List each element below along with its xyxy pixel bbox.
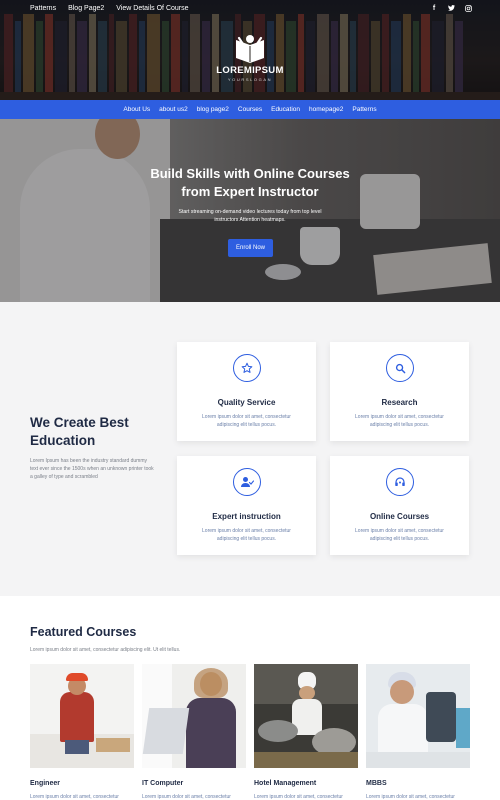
- course-description: Lorem ipsum dolor sit amet, consectetur: [254, 794, 343, 800]
- logo-slogan: YOURSLOGAN: [227, 77, 273, 82]
- feature-card-research[interactable]: Research Lorem ipsum dolor sit amet, con…: [330, 342, 469, 441]
- star-icon: [233, 354, 261, 382]
- nav-item-education[interactable]: Education: [271, 106, 300, 113]
- social-links: f: [430, 3, 472, 13]
- card-text: Lorem ipsum dolor sit amet, consectetur …: [202, 528, 291, 542]
- course-description: Lorem ipsum dolor sit amet, consectetur: [30, 794, 119, 800]
- top-links: Patterns Blog Page2 View Details Of Cour…: [30, 4, 189, 14]
- feature-card-online-courses[interactable]: Online Courses Lorem ipsum dolor sit ame…: [330, 456, 469, 555]
- card-title: Research: [381, 398, 418, 407]
- hero-title: Build Skills with Online Courses from Ex…: [150, 166, 350, 199]
- nav-item-blog-page2[interactable]: blog page2: [197, 106, 229, 113]
- course-card-engineer[interactable]: Engineer Lorem ipsum dolor sit amet, con…: [30, 664, 134, 800]
- course-name[interactable]: IT Computer: [142, 780, 183, 787]
- top-link-blog-page2[interactable]: Blog Page2: [68, 4, 104, 14]
- course-card-hotel-management[interactable]: Hotel Management Lorem ipsum dolor sit a…: [254, 664, 358, 800]
- enroll-now-button[interactable]: Enroll Now: [228, 239, 273, 257]
- card-title: Online Courses: [369, 512, 430, 521]
- course-name[interactable]: MBBS: [366, 780, 387, 787]
- hero-subtitle: Start streaming on-demand video lectures…: [178, 209, 322, 223]
- top-link-view-details[interactable]: View Details Of Course: [116, 4, 188, 14]
- top-link-patterns[interactable]: Patterns: [30, 4, 56, 14]
- featured-courses-title: Featured Courses: [30, 625, 137, 639]
- search-icon: [386, 354, 414, 382]
- logo-reader-icon: [236, 35, 264, 63]
- nav-item-homepage2[interactable]: homepage2: [309, 106, 343, 113]
- card-title: Quality Service: [217, 398, 276, 407]
- course-image[interactable]: [142, 664, 246, 768]
- course-image[interactable]: [254, 664, 358, 768]
- hero-banner: Build Skills with Online Courses from Ex…: [0, 119, 500, 302]
- nav-item-about-us2[interactable]: about us2: [159, 106, 188, 113]
- card-text: Lorem ipsum dolor sit amet, consectetur …: [355, 414, 444, 428]
- card-text: Lorem ipsum dolor sit amet, consectetur …: [355, 528, 444, 542]
- course-card-mbbs[interactable]: MBBS Lorem ipsum dolor sit amet, consect…: [366, 664, 470, 800]
- headset-icon: [386, 468, 414, 496]
- featured-courses-subtitle: Lorem ipsum dolor sit amet, consectetur …: [30, 647, 181, 653]
- course-card-it-computer[interactable]: IT Computer Lorem ipsum dolor sit amet, …: [142, 664, 246, 800]
- course-name[interactable]: Engineer: [30, 780, 60, 787]
- nav-item-patterns[interactable]: Patterns: [352, 106, 376, 113]
- user-check-icon: [233, 468, 261, 496]
- main-nav: About Us about us2 blog page2 Courses Ed…: [0, 100, 500, 119]
- features-section: We Create Best Education Lorem Ipsum has…: [0, 302, 500, 596]
- twitter-icon[interactable]: [447, 3, 455, 13]
- course-description: Lorem ipsum dolor sit amet, consectetur: [142, 794, 231, 800]
- facebook-icon[interactable]: f: [430, 3, 438, 13]
- course-name[interactable]: Hotel Management: [254, 780, 316, 787]
- logo-name: LOREMIPSUM: [216, 65, 284, 76]
- nav-item-courses[interactable]: Courses: [238, 106, 262, 113]
- feature-card-expert-instruction[interactable]: Expert instruction Lorem ipsum dolor sit…: [177, 456, 316, 555]
- features-heading: We Create Best Education: [30, 415, 129, 448]
- nav-item-about-us[interactable]: About Us: [123, 106, 150, 113]
- instagram-icon[interactable]: [464, 3, 472, 13]
- site-header: Patterns Blog Page2 View Details Of Cour…: [0, 0, 500, 100]
- course-image[interactable]: [366, 664, 470, 768]
- feature-card-quality-service[interactable]: Quality Service Lorem ipsum dolor sit am…: [177, 342, 316, 441]
- card-title: Expert instruction: [212, 512, 281, 521]
- course-image[interactable]: [30, 664, 134, 768]
- course-description: Lorem ipsum dolor sit amet, consectetur: [366, 794, 455, 800]
- features-description: Lorem Ipsum has been the industry standa…: [30, 458, 154, 480]
- card-text: Lorem ipsum dolor sit amet, consectetur …: [202, 414, 291, 428]
- site-logo[interactable]: LOREMIPSUM YOURSLOGAN: [210, 34, 290, 84]
